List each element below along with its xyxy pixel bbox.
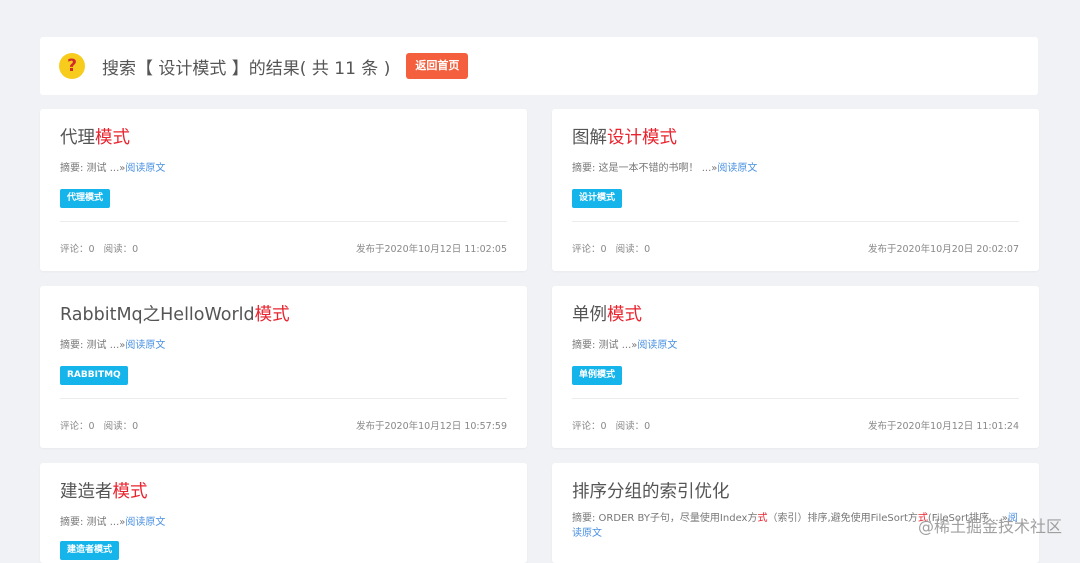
article-title[interactable]: 单例模式 [572, 301, 642, 326]
article-summary: 摘要: 测试 ...»阅读原文 [60, 163, 166, 174]
article-card[interactable]: 代理模式 摘要: 测试 ...»阅读原文 代理模式 评论：0 阅读：0 发布于2… [40, 109, 527, 271]
article-summary: 摘要: 测试 ...»阅读原文 [60, 517, 166, 528]
publish-date: 发布于2020年10月12日 11:02:05 [355, 244, 507, 255]
article-title[interactable]: RabbitMq之HelloWorld模式 [60, 301, 290, 326]
read-more-link[interactable]: 阅读原文 [125, 517, 165, 528]
title-highlight: 模式 [95, 128, 130, 148]
title-highlight: 设计模式 [607, 128, 677, 148]
article-tag[interactable]: RABBITMQ [60, 366, 128, 385]
title-prefix: 搜索【 [102, 58, 159, 79]
article-card[interactable]: 单例模式 摘要: 测试 ...»阅读原文 单例模式 评论：0 阅读：0 发布于2… [552, 286, 1039, 448]
article-tag[interactable]: 建造者模式 [60, 541, 120, 560]
article-card[interactable]: 图解设计模式 摘要: 这是一本不错的书啊！ ...»阅读原文 设计模式 评论：0… [552, 109, 1039, 271]
question-icon: ? [59, 53, 85, 79]
back-home-button[interactable]: 返回首页 [406, 53, 469, 79]
title-highlight: 模式 [607, 305, 642, 325]
article-tag[interactable]: 代理模式 [60, 189, 111, 208]
article-tag[interactable]: 单例模式 [572, 366, 623, 385]
article-card[interactable]: 建造者模式 摘要: 测试 ...»阅读原文 建造者模式 [40, 463, 527, 563]
publish-date: 发布于2020年10月12日 11:01:24 [867, 421, 1019, 432]
search-result-title: 搜索【 设计模式 】的结果( 共 11 条 ) [102, 54, 390, 79]
read-more-link[interactable]: 阅读原文 [637, 340, 677, 351]
article-title[interactable]: 建造者模式 [60, 478, 148, 503]
read-more-link[interactable]: 阅读原文 [125, 163, 165, 174]
article-stats: 评论：0 阅读：0 [60, 244, 139, 255]
search-query: 设计模式 [158, 58, 227, 79]
watermark: @稀土掘金技术社区 [917, 517, 1062, 536]
article-stats: 评论：0 阅读：0 [572, 244, 651, 255]
article-summary: 摘要: 这是一本不错的书啊！ ...»阅读原文 [572, 163, 758, 174]
article-title[interactable]: 图解设计模式 [572, 124, 677, 149]
search-header: ? 搜索【 设计模式 】的结果( 共 11 条 ) 返回首页 [40, 37, 1038, 95]
article-stats: 评论：0 阅读：0 [60, 421, 139, 432]
divider [60, 221, 507, 222]
title-suffix: 】的结果( 共 11 条 ) [226, 58, 391, 79]
article-tag[interactable]: 设计模式 [572, 189, 623, 208]
article-card[interactable]: RabbitMq之HelloWorld模式 摘要: 测试 ...»阅读原文 RA… [40, 286, 527, 448]
divider [572, 398, 1019, 399]
publish-date: 发布于2020年10月12日 10:57:59 [355, 421, 507, 432]
publish-date: 发布于2020年10月20日 20:02:07 [867, 244, 1019, 255]
title-highlight: 模式 [112, 482, 148, 502]
article-summary: 摘要: 测试 ...»阅读原文 [60, 340, 166, 351]
read-more-link[interactable]: 阅读原文 [125, 340, 165, 351]
article-title[interactable]: 代理模式 [60, 124, 130, 149]
read-more-link[interactable]: 阅读原文 [717, 163, 757, 174]
article-title[interactable]: 排序分组的索引优化 [572, 478, 730, 503]
divider [572, 221, 1019, 222]
title-highlight: 模式 [254, 305, 290, 325]
article-stats: 评论：0 阅读：0 [572, 421, 651, 432]
divider [60, 398, 507, 399]
article-summary: 摘要: 测试 ...»阅读原文 [572, 340, 678, 351]
